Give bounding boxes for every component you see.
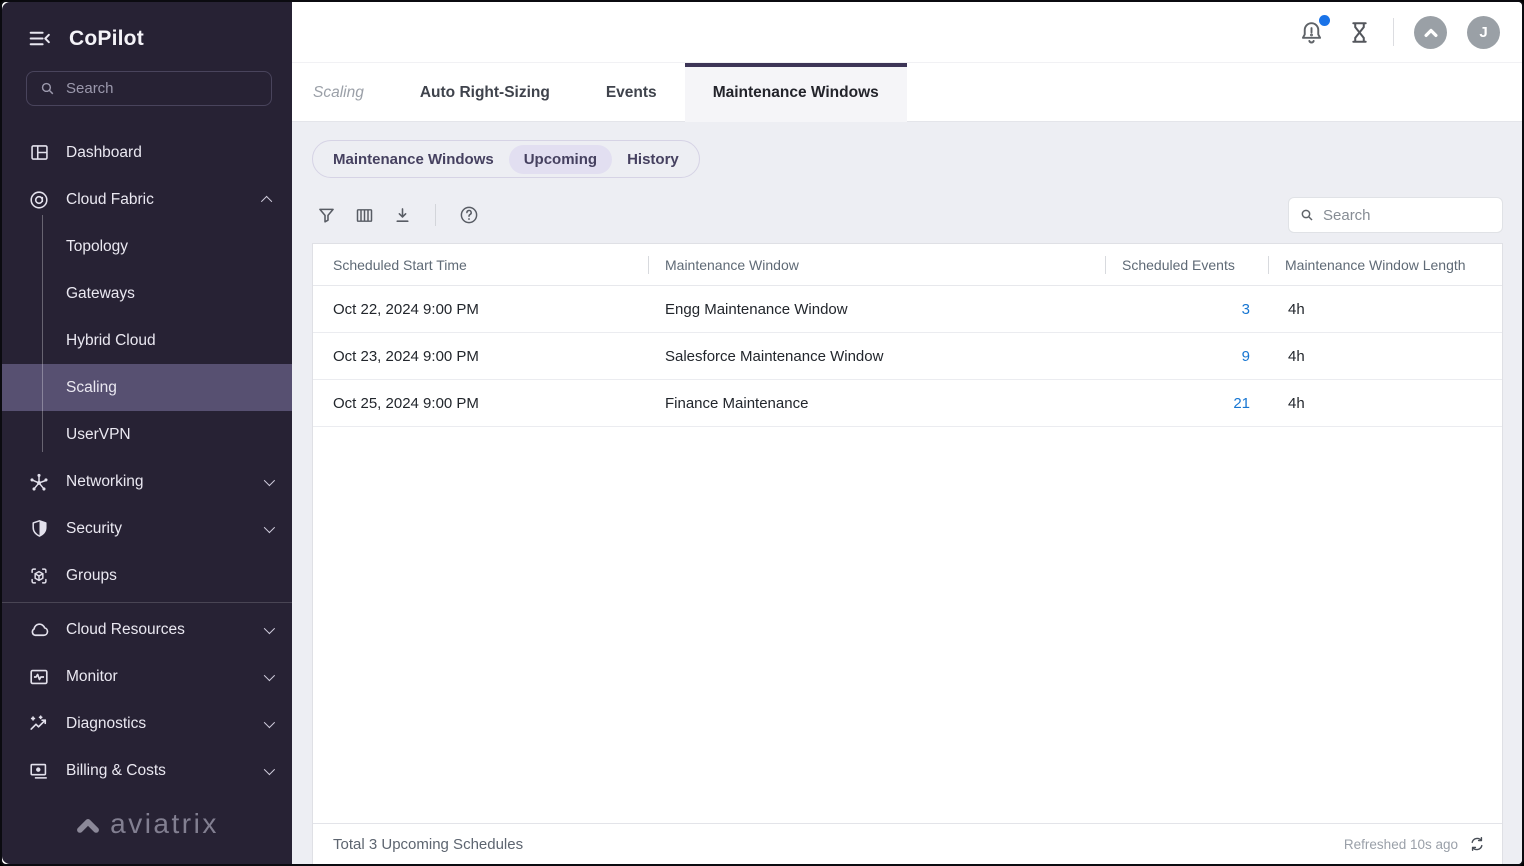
cell-events: 21 (1105, 395, 1268, 412)
total-count-label: Total 3 Upcoming Schedules (333, 836, 523, 853)
segment-maintenance-windows[interactable]: Maintenance Windows (318, 145, 509, 174)
hourglass-icon[interactable] (1346, 19, 1373, 46)
column-header-events[interactable]: Scheduled Events (1105, 244, 1268, 285)
sidebar-item-monitor[interactable]: Monitor (2, 653, 292, 700)
table-toolbar (312, 197, 1503, 233)
chevron-down-icon (264, 622, 275, 633)
aviatrix-logo: aviatrix (2, 794, 292, 864)
sidebar-search[interactable] (26, 71, 272, 106)
dashboard-icon (27, 142, 51, 163)
chevron-down-icon (264, 763, 275, 774)
cell-window: Engg Maintenance Window (648, 301, 1105, 318)
help-icon[interactable] (458, 204, 480, 226)
column-header-window[interactable]: Maintenance Window (648, 244, 1105, 285)
cell-length: 4h (1268, 348, 1502, 365)
segment-upcoming[interactable]: Upcoming (509, 145, 612, 174)
content-panel: Maintenance Windows Upcoming History (292, 122, 1522, 864)
sidebar-item-cloud-fabric[interactable]: Cloud Fabric (2, 176, 292, 223)
sidebar-nav: Dashboard Cloud Fabric Topology Gateways… (2, 129, 292, 864)
cell-events: 3 (1105, 301, 1268, 318)
sidebar-item-topology[interactable]: Topology (2, 223, 292, 270)
networking-icon (27, 471, 51, 493)
sidebar-item-cloud-resources[interactable]: Cloud Resources (2, 606, 292, 653)
cloud-fabric-submenu: Topology Gateways Hybrid Cloud Scaling U… (2, 223, 292, 458)
table-row[interactable]: Oct 25, 2024 9:00 PM Finance Maintenance… (313, 380, 1502, 427)
tab-maintenance-windows[interactable]: Maintenance Windows (685, 63, 907, 122)
sidebar-header: CoPilot (2, 2, 292, 51)
download-icon[interactable] (392, 205, 413, 226)
notification-bell-icon[interactable] (1297, 18, 1326, 47)
cell-events: 9 (1105, 348, 1268, 365)
refreshed-label: Refreshed 10s ago (1344, 837, 1458, 852)
sidebar-item-gateways[interactable]: Gateways (2, 270, 292, 317)
table-footer: Total 3 Upcoming Schedules Refreshed 10s… (313, 823, 1502, 864)
shield-icon (27, 518, 51, 539)
chevron-down-icon (264, 669, 275, 680)
collapse-sidebar-icon[interactable] (27, 26, 52, 51)
search-icon (39, 80, 56, 97)
sidebar-item-diagnostics[interactable]: Diagnostics (2, 700, 292, 747)
chevron-down-icon (264, 521, 275, 532)
sidebar-search-input[interactable] (66, 80, 259, 97)
table-search[interactable] (1288, 197, 1503, 233)
cloud-fabric-icon (27, 189, 51, 211)
table-empty-area (313, 427, 1502, 823)
cell-start-time: Oct 25, 2024 9:00 PM (313, 395, 648, 412)
events-count-link[interactable]: 21 (1233, 395, 1250, 412)
aviatrix-logo-text: aviatrix (110, 808, 219, 840)
filter-icon[interactable] (316, 205, 337, 226)
sidebar-item-uservpn[interactable]: UserVPN (2, 411, 292, 458)
chevron-down-icon (264, 474, 275, 485)
table-row[interactable]: Oct 22, 2024 9:00 PM Engg Maintenance Wi… (313, 286, 1502, 333)
cell-start-time: Oct 23, 2024 9:00 PM (313, 348, 648, 365)
topbar-divider (1393, 18, 1394, 46)
table-search-input[interactable] (1323, 207, 1492, 224)
sidebar-item-groups[interactable]: Groups (2, 552, 292, 599)
chevron-down-icon (264, 716, 275, 727)
refresh-icon[interactable] (1468, 835, 1486, 853)
user-avatar[interactable]: J (1467, 16, 1500, 49)
billing-icon (27, 760, 51, 782)
notification-badge (1319, 15, 1330, 26)
table-row[interactable]: Oct 23, 2024 9:00 PM Salesforce Maintena… (313, 333, 1502, 380)
app-title: CoPilot (69, 27, 144, 51)
top-bar: J (292, 2, 1522, 63)
app-window: CoPilot Dashboard Cloud Fabric (0, 0, 1524, 866)
sidebar-item-networking[interactable]: Networking (2, 458, 292, 505)
aviatrix-logo-mark-icon (75, 813, 101, 835)
column-header-length[interactable]: Maintenance Window Length (1268, 244, 1502, 285)
sidebar-divider (2, 602, 292, 603)
cell-window: Salesforce Maintenance Window (648, 348, 1105, 365)
columns-icon[interactable] (354, 205, 375, 226)
cell-length: 4h (1268, 301, 1502, 318)
monitor-icon (27, 666, 51, 688)
groups-icon (27, 565, 51, 587)
cell-length: 4h (1268, 395, 1502, 412)
events-count-link[interactable]: 3 (1242, 301, 1250, 318)
tab-bar: Scaling Auto Right-Sizing Events Mainten… (292, 63, 1522, 122)
column-header-start-time[interactable]: Scheduled Start Time (313, 244, 648, 285)
tab-scaling[interactable]: Scaling (313, 63, 392, 122)
segment-history[interactable]: History (612, 145, 694, 174)
sidebar: CoPilot Dashboard Cloud Fabric (2, 2, 292, 864)
cloud-icon (27, 618, 51, 641)
main-area: J Scaling Auto Right-Sizing Events Maint… (292, 2, 1522, 864)
maintenance-segmented-control: Maintenance Windows Upcoming History (312, 140, 700, 178)
sidebar-item-dashboard[interactable]: Dashboard (2, 129, 292, 176)
tab-auto-right-sizing[interactable]: Auto Right-Sizing (392, 63, 578, 122)
sidebar-item-hybrid-cloud[interactable]: Hybrid Cloud (2, 317, 292, 364)
tab-events[interactable]: Events (578, 63, 685, 122)
aviatrix-avatar[interactable] (1414, 16, 1447, 49)
cell-window: Finance Maintenance (648, 395, 1105, 412)
toolbar-divider (435, 204, 436, 226)
sidebar-item-security[interactable]: Security (2, 505, 292, 552)
search-icon (1299, 207, 1315, 223)
cell-start-time: Oct 22, 2024 9:00 PM (313, 301, 648, 318)
sidebar-item-scaling[interactable]: Scaling (2, 364, 292, 411)
table-header: Scheduled Start Time Maintenance Window … (313, 244, 1502, 286)
diagnostics-icon (27, 713, 51, 735)
events-count-link[interactable]: 9 (1242, 348, 1250, 365)
sidebar-item-billing[interactable]: Billing & Costs (2, 747, 292, 794)
maintenance-table: Scheduled Start Time Maintenance Window … (312, 243, 1503, 864)
